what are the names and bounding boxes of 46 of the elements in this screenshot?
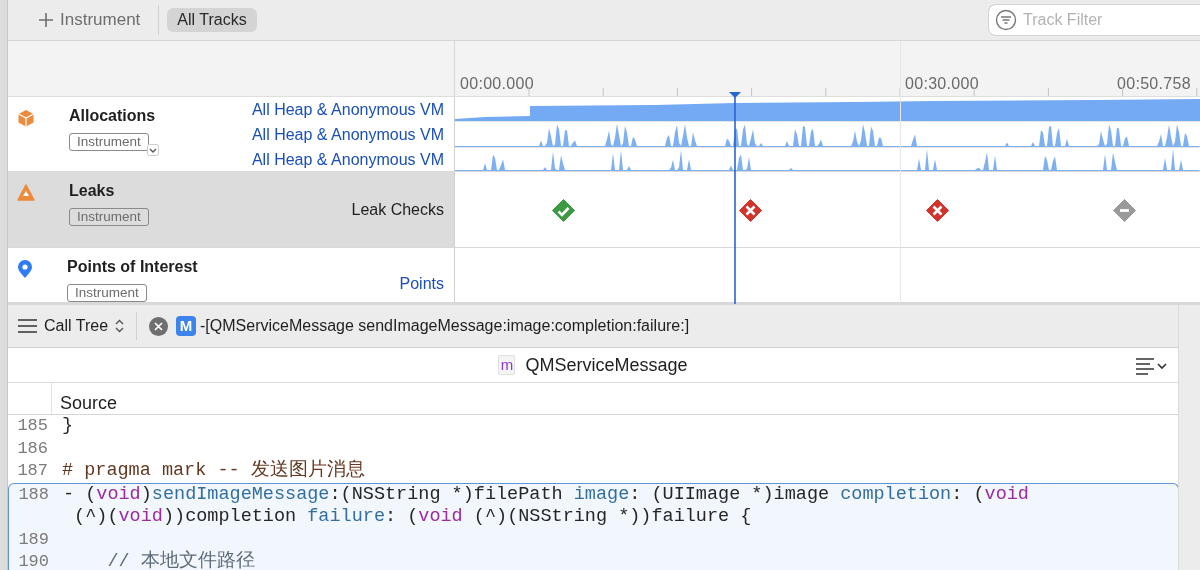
list-options-icon[interactable] — [1136, 357, 1168, 375]
method-badge: M — [176, 316, 197, 336]
code-line: (^)(void))completion failure: (void (^)(NSString *))failure { — [73, 506, 752, 529]
filter-icon — [995, 9, 1017, 31]
track-filter-field[interactable]: Track Filter — [1023, 8, 1200, 32]
lane-label: All Heap & Anonymous VM — [251, 150, 444, 170]
line-number: 188 — [17, 483, 49, 506]
triangle-icon — [17, 184, 35, 201]
symbol-name: -[QMServiceMessage sendImageMessage:image:completion:failure:] — [200, 316, 690, 336]
time-label: 00:50.758 — [1117, 74, 1191, 94]
line-number: 186 — [16, 437, 48, 460]
track-name: Allocations — [69, 106, 156, 126]
lane-label: Points — [399, 274, 444, 294]
track-name: Leaks — [69, 181, 115, 201]
call-tree-menu[interactable]: Call Tree — [18, 312, 138, 340]
pin-icon — [17, 260, 33, 279]
lane-label: Leak Checks — [351, 200, 444, 220]
instrument-badge[interactable]: Instrument — [69, 133, 149, 151]
time-label: 00:00.000 — [460, 74, 534, 94]
plus-icon — [38, 12, 54, 28]
column-header[interactable]: Source — [52, 383, 118, 414]
up-down-chevron-icon — [115, 319, 125, 333]
file-badge: m — [498, 355, 516, 375]
lane-label: All Heap & Anonymous VM — [251, 125, 444, 145]
time-label: 00:30.000 — [905, 74, 979, 94]
line-number: 189 — [17, 528, 49, 551]
instrument-badge[interactable]: Instrument — [69, 208, 149, 226]
code-comment: // 本地文件路径 — [106, 551, 255, 570]
track-filter-field[interactable]: Track Filter — [988, 4, 1200, 36]
menu-icon — [18, 319, 37, 333]
track-name: Points of Interest — [67, 257, 198, 277]
code-line: } — [62, 415, 74, 438]
file-name: QMServiceMessage — [525, 353, 688, 377]
line-number: 185 — [16, 415, 48, 437]
instrument-badge[interactable]: Instrument — [67, 284, 147, 302]
code-line: # pragma mark -- 发送图片消息 — [62, 460, 365, 483]
lane-label: All Heap & Anonymous VM — [251, 100, 444, 120]
all-tracks-tab[interactable]: All Tracks — [167, 8, 257, 32]
track-header[interactable]: Leaks Instrument Leak Checks — [8, 172, 455, 247]
line-number: 187 — [16, 460, 48, 482]
close-icon[interactable] — [149, 316, 169, 336]
line-number: 190 — [17, 551, 49, 570]
cube-icon — [17, 109, 35, 127]
playhead[interactable] — [728, 92, 742, 304]
code-line: - (void)sendImageMessage:(NSString *)filePath image: (UIImage *)image completion: (void — [63, 483, 1029, 506]
add-instrument-button[interactable]: Instrument — [38, 5, 160, 35]
